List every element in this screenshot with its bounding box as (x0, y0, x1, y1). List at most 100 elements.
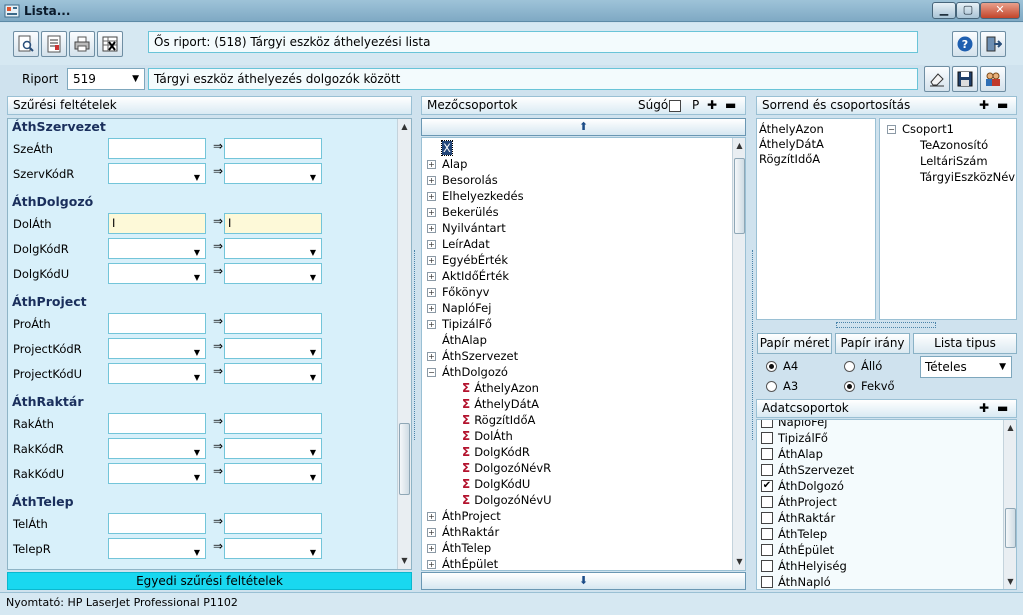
datagroup-checkbox[interactable] (761, 432, 773, 444)
from-input[interactable]: I (108, 213, 206, 234)
from-input[interactable] (108, 313, 206, 334)
expand-icon[interactable]: + (427, 352, 436, 361)
list-type-select[interactable]: Tételes ▼ (920, 356, 1012, 378)
group-item[interactable]: TeAzonosító (920, 138, 988, 152)
exit-button[interactable] (980, 31, 1006, 57)
collapse-icon[interactable]: − (427, 368, 436, 377)
datagroup-checkbox[interactable]: ✔ (761, 480, 773, 492)
minimize-button[interactable]: ▁ (932, 2, 956, 19)
to-input[interactable] (224, 413, 322, 434)
tree-node[interactable]: X (441, 140, 453, 156)
to-select[interactable] (224, 238, 322, 262)
from-select[interactable] (108, 163, 206, 187)
tree-node[interactable]: ÁthRaktár (442, 524, 499, 540)
datagroup-checkbox[interactable] (761, 576, 773, 588)
expand-icon[interactable]: + (427, 192, 436, 201)
tree-node[interactable]: ÁthÉpület (442, 556, 498, 570)
tree-node[interactable]: Σ DolgozóNévU (462, 492, 552, 508)
sort-list[interactable]: ÁthelyAzon ÁthelyDátA RögzítIdőA (756, 118, 876, 320)
paper-size-button[interactable]: Papír méret (757, 333, 832, 354)
from-select[interactable] (108, 463, 206, 487)
to-select[interactable] (224, 463, 322, 487)
from-select[interactable] (108, 263, 206, 287)
tree-node[interactable]: ÁthTelep (442, 540, 491, 556)
expand-icon[interactable]: + (427, 240, 436, 249)
tree-node[interactable]: EgyébÉrték (442, 252, 508, 268)
expand-icon[interactable]: + (427, 176, 436, 185)
datagroup-checkbox[interactable] (761, 544, 773, 556)
group-item[interactable]: LeltáriSzám (920, 154, 988, 168)
sort-item[interactable]: ÁthelyAzon (759, 122, 873, 137)
paper-direction-button[interactable]: Papír irány (835, 333, 910, 354)
datagroup-checkbox[interactable] (761, 512, 773, 524)
tree-node[interactable]: ÁthProject (442, 508, 501, 524)
tree-node[interactable]: Σ RögzítIdőA (462, 412, 535, 428)
expand-icon[interactable]: + (427, 288, 436, 297)
collapse-all-icon[interactable]: ▬ (725, 97, 736, 114)
expand-icon[interactable]: + (427, 208, 436, 217)
expand-icon[interactable]: + (427, 560, 436, 569)
add-icon[interactable]: ✚ (979, 97, 989, 114)
remove-icon[interactable]: ▬ (997, 97, 1008, 114)
scroll-down-arrow-icon[interactable]: ▼ (1004, 576, 1016, 588)
expand-icon[interactable]: + (427, 224, 436, 233)
tree-node[interactable]: Σ DolgozóNévR (462, 460, 551, 476)
scroll-down-arrow-icon[interactable]: ▼ (398, 555, 411, 567)
to-select[interactable] (224, 338, 322, 362)
to-input[interactable] (224, 313, 322, 334)
custom-filter-button[interactable]: Egyedi szűrési feltételek (7, 572, 412, 590)
radio-portrait[interactable] (844, 361, 855, 372)
scroll-up-arrow-icon[interactable]: ▲ (1004, 422, 1016, 434)
tree-node[interactable]: Főkönyv (442, 284, 489, 300)
expand-icon[interactable]: + (427, 544, 436, 553)
tree-node[interactable]: Bekerülés (442, 204, 499, 220)
datagroups-scroll-thumb[interactable] (1005, 508, 1016, 548)
expand-icon[interactable]: + (427, 320, 436, 329)
filter-scrollbar[interactable]: ▲ ▼ (397, 119, 411, 569)
help-checkbox[interactable] (669, 100, 681, 112)
to-select[interactable] (224, 538, 322, 562)
group-item[interactable]: TárgyiEszközNév (920, 170, 1015, 184)
radio-a4[interactable] (766, 361, 777, 372)
users-button[interactable] (980, 66, 1006, 92)
list-type-button[interactable]: Lista tipus (913, 333, 1017, 354)
remove-icon[interactable]: ▬ (997, 400, 1008, 417)
scroll-up-button[interactable]: ⬆ (421, 118, 746, 136)
scroll-up-arrow-icon[interactable]: ▲ (733, 140, 745, 152)
tree-node[interactable]: TipizálFő (442, 316, 492, 332)
tree-node[interactable]: NaplóFej (442, 300, 491, 316)
from-select[interactable] (108, 438, 206, 462)
save-button[interactable] (952, 66, 978, 92)
collapse-icon[interactable]: − (887, 125, 896, 134)
expand-icon[interactable]: + (427, 528, 436, 537)
tree-node[interactable]: AktIdőÉrték (442, 268, 509, 284)
tree-node[interactable]: Σ ÁthelyDátA (462, 396, 539, 412)
tree-node[interactable]: Alap (442, 156, 467, 172)
tree-scroll-thumb[interactable] (734, 158, 745, 234)
export-button[interactable] (97, 31, 123, 57)
to-input[interactable]: I (224, 213, 322, 234)
expand-icon[interactable]: + (427, 160, 436, 169)
datagroup-checkbox[interactable] (761, 464, 773, 476)
right-splitter[interactable] (747, 250, 753, 440)
preview-button[interactable] (13, 31, 39, 57)
tree-node[interactable]: ÁthSzervezet (442, 348, 518, 364)
datagroup-checkbox[interactable] (761, 560, 773, 572)
tree-node[interactable]: Σ DolgKódU (462, 476, 530, 492)
sort-item[interactable]: RögzítIdőA (759, 152, 873, 167)
expand-icon[interactable]: + (427, 272, 436, 281)
expand-icon[interactable]: + (427, 256, 436, 265)
to-select[interactable] (224, 438, 322, 462)
scroll-down-arrow-icon[interactable]: ▼ (733, 556, 745, 568)
datagroup-checkbox[interactable] (761, 496, 773, 508)
datagroup-checkbox[interactable] (761, 420, 773, 428)
scroll-up-arrow-icon[interactable]: ▲ (398, 121, 411, 133)
from-input[interactable] (108, 513, 206, 534)
from-input[interactable] (108, 413, 206, 434)
from-input[interactable] (108, 138, 206, 159)
expand-all-icon[interactable]: ✚ (707, 97, 717, 114)
tree-node[interactable]: Nyilvántart (442, 220, 506, 236)
tree-node[interactable]: Elhelyezkedés (442, 188, 524, 204)
to-input[interactable] (224, 513, 322, 534)
datagroup-checkbox[interactable] (761, 528, 773, 540)
